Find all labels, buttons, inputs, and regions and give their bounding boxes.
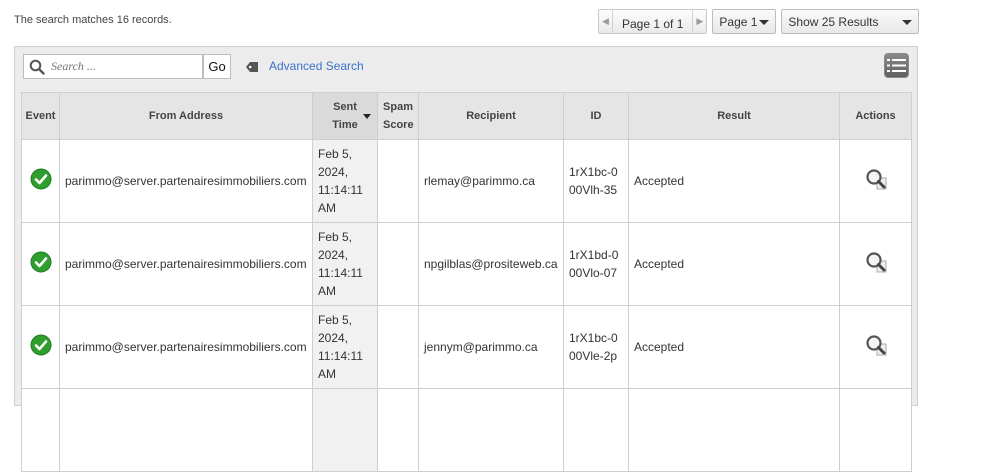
magnifier-icon[interactable] xyxy=(864,168,888,190)
table-row: parimmo@server.partenairesimmobiliers.co… xyxy=(21,139,912,223)
go-button[interactable]: Go xyxy=(203,54,231,79)
chevron-down-icon xyxy=(759,20,770,25)
actions-cell xyxy=(839,222,912,306)
column-header-result[interactable]: Result xyxy=(628,92,840,140)
column-header-spam-score[interactable]: Spam Score xyxy=(377,92,419,140)
from-address-cell: parimmo@server.partenairesimmobiliers.co… xyxy=(59,222,313,306)
table-row: parimmo@server.partenairesimmobiliers.co… xyxy=(21,222,912,306)
column-header-spam-score-label: Spam Score xyxy=(383,101,414,131)
recipient-cell: npgilblas@prositeweb.ca xyxy=(418,222,564,306)
sent-time-cell: Feb 5, 2024, 11:14:11 AM xyxy=(312,139,378,223)
sent-time-cell: Feb 5, 2024, 11:14:11 AM xyxy=(312,222,378,306)
event-cell xyxy=(21,222,60,306)
column-list-icon[interactable] xyxy=(884,53,909,78)
event-cell xyxy=(21,139,60,223)
spam-score-cell xyxy=(377,222,419,306)
recipient-cell: jennym@parimmo.ca xyxy=(418,305,564,389)
search-input[interactable] xyxy=(49,58,201,75)
results-table: Event From Address Sent Time Spam Score … xyxy=(21,92,912,472)
magnifier-icon[interactable] xyxy=(864,334,888,356)
next-page-icon[interactable]: ▶ xyxy=(692,10,706,33)
previous-page-icon[interactable]: ◀ xyxy=(599,10,613,33)
check-circle-icon xyxy=(30,168,51,189)
chevron-down-icon xyxy=(902,20,913,25)
column-header-sent-time[interactable]: Sent Time xyxy=(312,92,378,140)
page-navigator: ◀ Page 1 of 1 ▶ xyxy=(598,9,708,34)
table-row: parimmo@server.partenairesimmobiliers.co… xyxy=(21,305,912,389)
recipient-cell: rlemay@parimmo.ca xyxy=(418,139,564,223)
actions-cell xyxy=(839,139,912,223)
column-header-recipient[interactable]: Recipient xyxy=(418,92,564,140)
column-header-sent-time-label: Sent Time xyxy=(332,101,358,131)
results-per-page-value: Show 25 Results xyxy=(788,14,879,29)
result-cell: Accepted xyxy=(628,305,840,389)
column-header-event[interactable]: Event xyxy=(21,92,60,140)
check-circle-icon xyxy=(30,334,51,355)
result-cell: Accepted xyxy=(628,139,840,223)
check-circle-icon xyxy=(30,251,51,272)
pagination-bar: ◀ Page 1 of 1 ▶ Page 1 Show 25 Results xyxy=(598,9,920,34)
tag-icon xyxy=(246,62,258,72)
column-header-actions: Actions xyxy=(839,92,912,140)
sent-time-cell: Feb 5, 2024, 11:14:11 AM xyxy=(312,305,378,389)
table-header-row: Event From Address Sent Time Spam Score … xyxy=(21,92,912,140)
result-cell: Accepted xyxy=(628,222,840,306)
spam-score-cell xyxy=(377,139,419,223)
from-address-cell: parimmo@server.partenairesimmobiliers.co… xyxy=(59,305,313,389)
page-indicator: Page 1 of 1 xyxy=(622,16,684,31)
event-cell xyxy=(21,305,60,389)
page-select-value: Page 1 xyxy=(719,14,758,29)
results-panel: Go Advanced Search Event From Address Se… xyxy=(14,46,918,472)
search-summary: The search matches 16 records. xyxy=(14,14,172,26)
id-cell: 1rX1bd-000Vlo-07 xyxy=(563,222,629,306)
column-header-id[interactable]: ID xyxy=(563,92,629,140)
sort-descending-icon xyxy=(363,114,371,119)
spam-score-cell xyxy=(377,305,419,389)
column-header-from-address[interactable]: From Address xyxy=(59,92,313,140)
from-address-cell: parimmo@server.partenairesimmobiliers.co… xyxy=(59,139,313,223)
table-row xyxy=(21,388,912,472)
magnifier-icon[interactable] xyxy=(864,251,888,273)
search-icon xyxy=(29,59,45,75)
id-cell: 1rX1bc-000Vlh-35 xyxy=(563,139,629,223)
id-cell: 1rX1bc-000Vle-2p xyxy=(563,305,629,389)
actions-cell xyxy=(839,305,912,389)
page-select[interactable]: Page 1 xyxy=(712,9,777,34)
results-per-page-select[interactable]: Show 25 Results xyxy=(781,9,920,34)
advanced-search-link[interactable]: Advanced Search xyxy=(269,59,364,73)
search-field[interactable] xyxy=(23,54,203,79)
